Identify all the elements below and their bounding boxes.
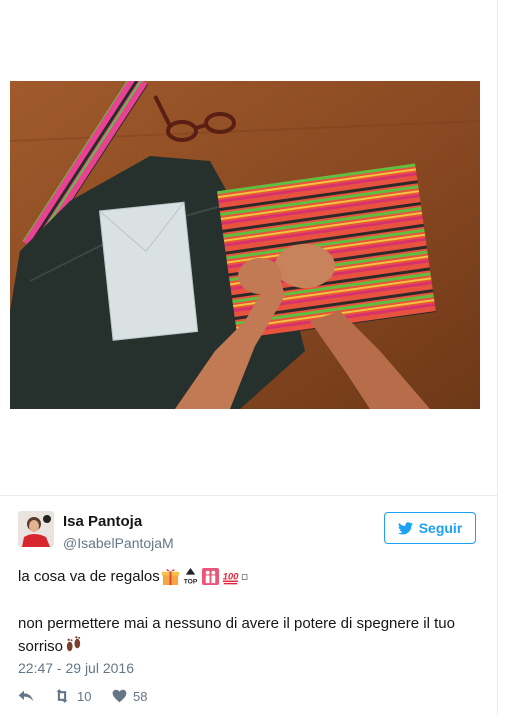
avatar-image <box>18 511 54 547</box>
retweet-count: 10 <box>77 688 92 704</box>
top-emoji-icon: TOP <box>181 567 199 586</box>
retweet-icon <box>56 689 68 703</box>
footprints-emoji-icon <box>66 636 81 652</box>
heart-icon <box>112 689 127 703</box>
tweet-text-regalos: la cosa va de regalos <box>18 568 160 585</box>
photo-illustration <box>10 81 480 409</box>
like-button[interactable]: 58 <box>112 689 147 704</box>
missing-glyph-box-icon <box>241 574 248 580</box>
tweet-divider <box>0 495 497 496</box>
author-handle[interactable]: @IsabelPantojaM <box>63 535 174 551</box>
retweet-button[interactable]: 10 <box>53 689 112 704</box>
dancer-emoji-icon <box>201 567 219 586</box>
tweet-text-line2: non permettere mai a nessuno di avere il… <box>18 613 488 658</box>
tweet-timestamp[interactable]: 22:47 - 29 jul 2016 <box>18 660 134 676</box>
right-border <box>497 0 498 715</box>
tweet-actions: 10 58 <box>18 686 147 706</box>
tweet-text-line1: la cosa va de regalos TOP 100 <box>18 567 253 586</box>
follow-button[interactable]: Seguir <box>384 512 476 544</box>
gift-emoji-icon <box>161 569 179 586</box>
reply-button[interactable] <box>18 689 53 703</box>
tweet-photo[interactable] <box>10 81 480 409</box>
author-name[interactable]: Isa Pantoja <box>63 513 142 530</box>
tweet-text-sorriso: non permettere mai a nessuno di avere il… <box>18 615 455 655</box>
svg-text:TOP: TOP <box>184 579 198 586</box>
like-count: 58 <box>133 688 148 704</box>
reply-icon <box>18 690 34 702</box>
avatar[interactable] <box>18 511 54 547</box>
follow-label: Seguir <box>418 520 463 536</box>
bird-icon <box>397 521 413 534</box>
hundred-emoji-icon: 100 <box>222 571 239 585</box>
